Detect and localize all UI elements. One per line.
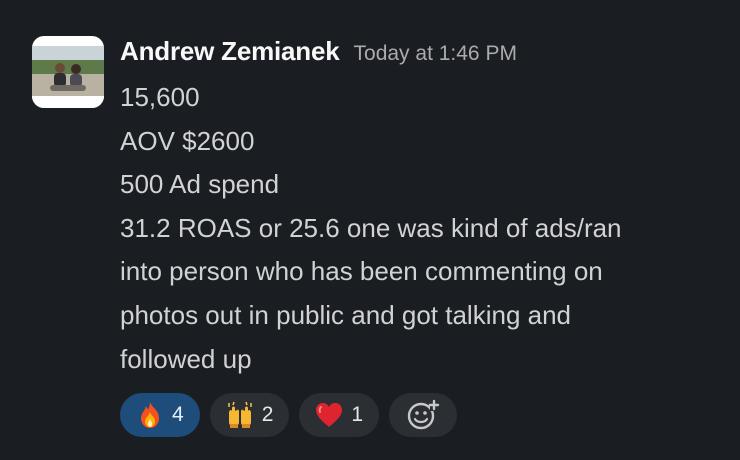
message-body: 15,600 AOV $2600 500 Ad spend 31.2 ROAS …	[120, 76, 712, 381]
message-line: photos out in public and got talking and	[120, 299, 572, 330]
message-header: Andrew Zemianek Today at 1:46 PM	[120, 36, 712, 70]
message-line: 15,600	[120, 82, 200, 112]
reactions-bar: 4 2 1	[120, 393, 712, 438]
timestamp[interactable]: Today at 1:46 PM	[354, 42, 517, 66]
reaction-fire[interactable]: 4	[120, 393, 200, 438]
fire-emoji-icon	[136, 401, 164, 429]
reaction-raising-hands[interactable]: 2	[209, 393, 290, 438]
avatar-photo	[32, 36, 104, 108]
message-content: Andrew Zemianek Today at 1:46 PM 15,600 …	[120, 36, 712, 438]
avatar[interactable]	[32, 36, 104, 108]
add-reaction-icon	[407, 399, 441, 430]
reaction-red-heart[interactable]: 1	[299, 393, 380, 438]
message-line: AOV $2600	[120, 125, 255, 156]
reaction-count: 2	[261, 403, 274, 427]
message-line: followed up	[120, 343, 252, 374]
add-reaction-button[interactable]	[389, 393, 458, 438]
message-line: 500 Ad spend	[120, 169, 280, 200]
raising-hands-emoji-icon	[226, 401, 254, 429]
red-heart-emoji-icon	[315, 401, 343, 429]
reaction-count: 4	[172, 403, 184, 427]
reaction-count: 1	[351, 403, 364, 427]
author-name[interactable]: Andrew Zemianek	[120, 36, 340, 67]
message-line: 31.2 ROAS or 25.6 one was kind of ads/ra…	[120, 212, 622, 243]
message-line: into person who has been commenting on	[120, 256, 603, 287]
